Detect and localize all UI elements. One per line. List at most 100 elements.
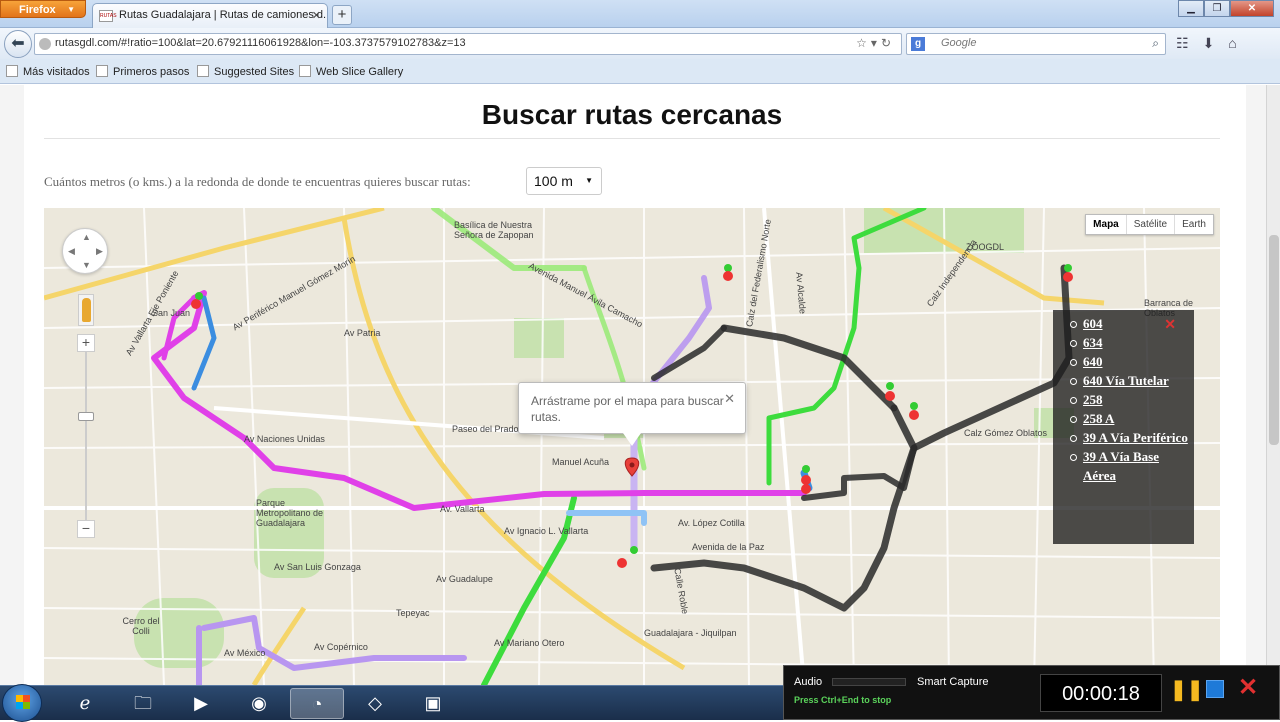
list-item[interactable]: 604 (1061, 314, 1194, 333)
chrome-icon[interactable]: ◉ (232, 688, 286, 719)
bookmarks-menu-icon[interactable]: ☷ (1176, 35, 1189, 52)
zoom-control: + − (77, 334, 95, 540)
list-item[interactable]: 258 (1061, 390, 1194, 409)
capture-mode-label: Smart Capture (917, 676, 989, 688)
start-button[interactable] (2, 684, 42, 722)
maximize-icon[interactable]: ❐ (1204, 0, 1230, 17)
bookmarks-bar: Más visitados Primeros pasos Suggested S… (0, 59, 1280, 84)
url-text: rutasgdl.com/#!ratio=100&lat=20.67921116… (55, 37, 466, 49)
chevron-down-icon: ▼ (67, 5, 75, 14)
route-link[interactable]: 604 (1083, 316, 1103, 331)
route-link[interactable]: 258 A (1083, 411, 1114, 426)
radius-question: Cuántos metros (o kms.) a la redonda de … (44, 174, 471, 189)
bookmark-suggested-sites[interactable]: Suggested Sites (197, 65, 294, 78)
bookmark-mas-visitados[interactable]: Más visitados (6, 65, 90, 78)
page-icon (299, 65, 311, 77)
tab-rutas[interactable]: RUTAS Rutas Guadalajara | Rutas de camio… (92, 3, 328, 28)
new-tab-button[interactable]: + (332, 5, 352, 25)
pan-right-icon[interactable]: ▶ (96, 246, 103, 257)
page-scrollbar[interactable] (1266, 85, 1280, 685)
route-list: 604 634 640 640 Vía Tutelar 258 258 A 39… (1061, 314, 1194, 485)
close-window-icon[interactable]: ✕ (1230, 0, 1274, 17)
audio-meter (832, 678, 906, 686)
recorder-app-icon[interactable]: ▣ (406, 688, 460, 719)
route-link[interactable]: 640 (1083, 354, 1103, 369)
window-controls: ▁ ❐ ✕ (1178, 0, 1274, 18)
route-link[interactable]: 640 Vía Tutelar (1083, 373, 1169, 388)
list-item[interactable]: 640 (1061, 352, 1194, 371)
route-link[interactable]: 634 (1083, 335, 1103, 350)
pan-down-icon[interactable]: ▼ (82, 260, 91, 270)
search-bar[interactable]: g Google ⌕ (906, 33, 1166, 55)
search-placeholder: Google (941, 37, 977, 49)
bookmark-primeros-pasos[interactable]: Primeros pasos (96, 65, 189, 78)
divider (44, 138, 1220, 139)
route-link[interactable]: 258 (1083, 392, 1103, 407)
bookmark-label: Suggested Sites (214, 66, 295, 78)
download-icon[interactable]: ⬇ (1203, 35, 1215, 52)
map-type-satelite[interactable]: Satélite (1127, 215, 1176, 234)
map-canvas[interactable]: Basílica de Nuestra Señora de Zapopan ZO… (44, 208, 1220, 685)
radius-select[interactable]: 100 m ▼ (526, 167, 602, 195)
firefox-label: Firefox (19, 4, 56, 16)
list-item[interactable]: 39 A Vía Periférico (1061, 428, 1194, 447)
route-link[interactable]: 39 A Vía Periférico (1083, 430, 1188, 445)
map-type-mapa[interactable]: Mapa (1086, 215, 1127, 234)
zoom-track[interactable] (85, 352, 87, 522)
zoom-out-button[interactable]: − (77, 520, 95, 538)
stop-icon[interactable] (1206, 680, 1224, 698)
recording-timer: 00:00:18 (1040, 674, 1162, 712)
chevron-down-icon: ▼ (585, 176, 593, 185)
tab-title: Rutas Guadalajara | Rutas de camiones d.… (119, 9, 328, 21)
list-item[interactable]: 634 (1061, 333, 1194, 352)
dropdown-icon[interactable]: ▾ (871, 36, 881, 50)
bookmark-star-icon[interactable]: ☆ (856, 36, 871, 50)
bookmark-web-slice[interactable]: Web Slice Gallery (299, 65, 403, 78)
reload-icon[interactable]: ↻ (881, 36, 895, 50)
firefox-taskbar-icon[interactable]: ◔ (290, 688, 344, 719)
infowindow-text: Arrástrame por el mapa para buscar rutas… (531, 394, 724, 424)
street-view-pegman-icon[interactable] (78, 294, 94, 326)
google-icon: g (911, 37, 925, 51)
search-icon[interactable]: ⌕ (1152, 36, 1159, 51)
audio-label: Audio (794, 676, 823, 688)
folder-icon (6, 65, 18, 77)
map-infowindow: Arrástrame por el mapa para buscar rutas… (518, 382, 746, 446)
minimize-icon[interactable]: ▁ (1178, 0, 1204, 17)
ie-icon[interactable]: ℯ (58, 688, 112, 719)
bookmark-label: Primeros pasos (113, 66, 190, 78)
close-tab-icon[interactable]: ✕ (312, 9, 321, 22)
map-type-control: Mapa Satélite Earth (1085, 214, 1214, 235)
route-link[interactable]: 39 A Vía Base Aérea (1083, 449, 1159, 483)
pan-control[interactable]: ▲ ▼ ◀ ▶ (62, 228, 108, 274)
map-tiles (44, 208, 1220, 685)
radius-value: 100 m (534, 173, 573, 189)
bookmark-label: Web Slice Gallery (316, 66, 404, 78)
zoom-slider-knob[interactable] (78, 412, 94, 421)
pan-up-icon[interactable]: ▲ (82, 232, 91, 242)
windows-logo-icon (16, 695, 30, 709)
close-icon[interactable]: ✕ (724, 391, 735, 407)
toolbar-icons: ☷ ⬇ ⌂ (1176, 35, 1237, 52)
app-icon[interactable]: ◇ (348, 688, 402, 719)
map-type-earth[interactable]: Earth (1175, 215, 1213, 234)
list-item[interactable]: 640 Vía Tutelar (1061, 371, 1194, 390)
url-bar[interactable]: rutasgdl.com/#!ratio=100&lat=20.67921116… (34, 33, 902, 55)
pause-icon[interactable]: ❚❚ (1170, 680, 1204, 700)
list-item[interactable]: 258 A (1061, 409, 1194, 428)
browser-titlebar: Firefox ▼ RUTAS Rutas Guadalajara | Rutas… (0, 0, 1280, 28)
explorer-folder-icon[interactable]: 🗀 (116, 688, 170, 719)
route-list-panel: ✕ 604 634 640 640 Vía Tutelar 258 258 A … (1053, 310, 1194, 544)
home-icon[interactable]: ⌂ (1228, 35, 1236, 52)
list-item[interactable]: 39 A Vía Base Aérea (1061, 447, 1194, 485)
zoom-in-button[interactable]: + (77, 334, 95, 352)
media-player-icon[interactable]: ▶ (174, 688, 228, 719)
page-title: Buscar rutas cercanas (481, 99, 783, 130)
scrollbar-thumb[interactable] (1269, 235, 1279, 445)
back-button[interactable]: ⬅ (4, 30, 32, 58)
infowindow-tail (623, 433, 641, 446)
screen-recorder-panel: Audio Smart Capture Press Ctrl+End to st… (783, 665, 1280, 720)
pan-left-icon[interactable]: ◀ (68, 246, 75, 257)
firefox-menu-button[interactable]: Firefox ▼ (0, 0, 86, 18)
cancel-recording-icon[interactable]: ✕ (1238, 676, 1258, 700)
